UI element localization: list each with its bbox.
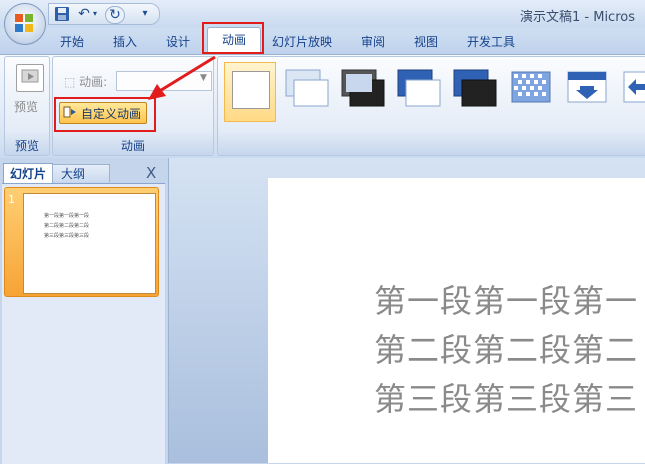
tab-home[interactable]: 开始: [60, 33, 84, 50]
transition-none[interactable]: [224, 62, 276, 122]
preview-icon: [16, 64, 44, 92]
animation-label: ⬚ 动画:: [64, 73, 107, 90]
slide-text-line-2[interactable]: 第二段第二段第二: [374, 325, 645, 371]
red-arrow-annotation: [148, 55, 216, 100]
thumbnail-line-2: 第二段第二段第二段: [44, 223, 90, 229]
tab-review[interactable]: 审阅: [361, 33, 385, 50]
slide-number: 1: [8, 193, 15, 206]
preview-button[interactable]: 预览: [14, 98, 38, 115]
transition-dissolve[interactable]: [506, 62, 556, 120]
animation-label-text: 动画:: [79, 75, 108, 89]
transition-arrow-down[interactable]: [562, 62, 612, 120]
highlight-box-tab: [202, 22, 264, 54]
window-title: 演示文稿1 - Micros: [520, 10, 635, 25]
tab-insert[interactable]: 插入: [113, 33, 137, 50]
redo-icon[interactable]: ↻: [105, 6, 125, 24]
tab-slideshow[interactable]: 幻灯片放映: [272, 33, 332, 50]
save-icon[interactable]: [54, 6, 70, 22]
transition-fade-black[interactable]: [338, 62, 388, 120]
office-button[interactable]: [4, 3, 46, 45]
undo-dropdown-icon[interactable]: ▾: [91, 6, 99, 22]
animation-label-icon: ⬚: [64, 75, 76, 89]
tab-outline[interactable]: 大纲: [52, 164, 110, 182]
slide-text-line-1[interactable]: 第一段第一段第一: [374, 276, 645, 322]
transition-push-dark[interactable]: [450, 62, 500, 120]
preview-group-label: 预览: [14, 139, 39, 153]
transition-fade[interactable]: [282, 62, 332, 120]
close-icon[interactable]: X: [146, 164, 156, 182]
thumbnail-line-1: 第一段第一段第一段: [44, 213, 90, 219]
slide-thumbnail[interactable]: [23, 193, 156, 294]
office-logo-icon: [15, 14, 33, 32]
tab-view[interactable]: 视图: [414, 33, 438, 50]
transition-push[interactable]: [394, 62, 444, 120]
thumbnail-line-3: 第三段第三段第三段: [44, 233, 90, 239]
slide-text-line-3[interactable]: 第三段第三段第三: [374, 374, 645, 420]
transition-arrow-left[interactable]: [618, 62, 645, 120]
tab-developer[interactable]: 开发工具: [467, 33, 515, 50]
undo-icon[interactable]: ↶: [76, 6, 92, 22]
customize-qat-icon[interactable]: ▾: [139, 6, 151, 22]
animation-group-label: 动画: [120, 139, 145, 153]
quick-access-toolbar: ↶ ▾ ↻ ▾: [48, 3, 160, 25]
tab-design[interactable]: 设计: [166, 33, 190, 50]
tab-slides[interactable]: 幻灯片: [3, 163, 53, 184]
